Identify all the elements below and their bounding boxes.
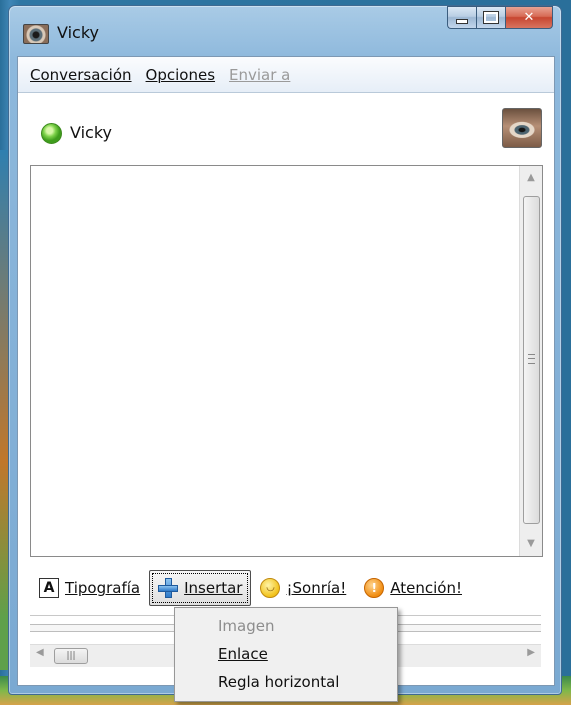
- close-icon: ✕: [523, 10, 535, 25]
- minimize-button[interactable]: [447, 6, 476, 29]
- format-toolbar: A Tipografía Insertar ◡ ¡Sonría! ! Atenc…: [30, 567, 542, 609]
- contact-avatar[interactable]: [502, 108, 542, 148]
- scroll-up-arrow-icon[interactable]: ▲: [520, 168, 542, 188]
- window-title: Vicky: [57, 23, 99, 42]
- menu-conversacion[interactable]: Conversación: [30, 66, 132, 84]
- typography-label: Tipografía: [65, 579, 141, 597]
- close-button[interactable]: ✕: [505, 6, 553, 29]
- exclamation-icon: !: [364, 578, 385, 598]
- window-controls: ✕: [447, 6, 553, 29]
- regla-horizontal-label: Regla horizontal: [218, 673, 340, 691]
- scroll-left-arrow-icon[interactable]: ◀: [36, 647, 44, 658]
- insert-button[interactable]: Insertar: [149, 570, 252, 606]
- insert-label: Insertar: [184, 579, 243, 597]
- conversation-history[interactable]: ▲ ▼: [30, 165, 543, 557]
- insert-menu: Imagen Enlace Regla horizontal: [174, 607, 398, 702]
- plus-icon: [158, 578, 179, 598]
- title-bar[interactable]: Vicky ✕: [9, 6, 561, 54]
- letter-a-icon: A: [39, 578, 59, 598]
- scroll-right-arrow-icon[interactable]: ▶: [527, 647, 535, 658]
- maximize-icon: [483, 11, 499, 24]
- menu-enviar-a[interactable]: Enviar a: [229, 66, 290, 84]
- scroll-down-arrow-icon[interactable]: ▼: [520, 534, 542, 554]
- app-icon: [23, 24, 49, 44]
- smile-label: ¡Sonría!: [286, 579, 347, 597]
- menu-opciones[interactable]: Opciones: [146, 66, 215, 84]
- imagen-label: Imagen: [218, 617, 275, 635]
- attention-button[interactable]: ! Atención!: [355, 570, 471, 606]
- smiley-icon: ◡: [260, 578, 281, 598]
- window-client-area: Conversación Opciones Enviar a Vicky ▲ ▼…: [17, 56, 555, 686]
- menu-item-imagen[interactable]: Imagen: [175, 612, 397, 640]
- typography-button[interactable]: A Tipografía: [30, 570, 149, 606]
- vertical-scrollbar[interactable]: ▲ ▼: [519, 166, 542, 556]
- horizontal-scroll-thumb[interactable]: |||: [54, 648, 88, 664]
- menu-bar: Conversación Opciones Enviar a: [18, 57, 554, 93]
- menu-item-regla-horizontal[interactable]: Regla horizontal: [175, 668, 397, 696]
- minimize-icon: [456, 19, 468, 24]
- smile-button[interactable]: ◡ ¡Sonría!: [251, 570, 355, 606]
- menu-item-enlace[interactable]: Enlace: [175, 640, 397, 668]
- contact-header: Vicky: [18, 93, 554, 163]
- contact-name: Vicky: [70, 123, 112, 142]
- attention-label: Atención!: [390, 579, 462, 597]
- grip-icon: [528, 354, 535, 364]
- maximize-button[interactable]: [476, 6, 505, 29]
- online-status-icon: [41, 123, 62, 144]
- vertical-scroll-thumb[interactable]: [523, 196, 540, 524]
- chat-window: Vicky ✕ Conversación Opciones Enviar a V…: [8, 5, 562, 695]
- enlace-label: Enlace: [218, 645, 268, 663]
